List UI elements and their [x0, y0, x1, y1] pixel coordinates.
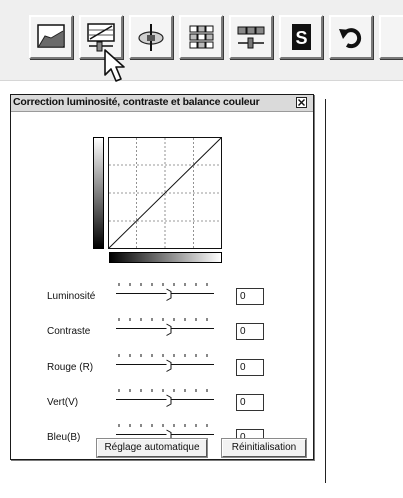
blue-label: Bleu(B) [47, 432, 81, 443]
color-balance-button[interactable] [229, 15, 273, 59]
brightness-slider[interactable] [115, 281, 215, 301]
input-gradient-bar [109, 252, 222, 263]
red-label: Rouge (R) [47, 362, 94, 373]
contrast-value-field[interactable]: 0 [236, 323, 264, 340]
variations-button[interactable] [179, 15, 223, 59]
contrast-label: Contraste [47, 326, 91, 337]
toolbar: S [0, 0, 403, 81]
red-slider[interactable] [115, 352, 215, 372]
dialog-title-bar[interactable]: Correction luminosité, contraste et bala… [11, 95, 313, 112]
green-label: Vert(V) [47, 397, 79, 408]
close-button[interactable] [296, 97, 307, 108]
more-tools-button[interactable] [379, 15, 403, 59]
brightness-contrast-dialog: Correction luminosité, contraste et bala… [10, 94, 314, 460]
output-gradient-bar [93, 137, 104, 249]
callout-line [325, 99, 326, 483]
green-slider[interactable] [115, 387, 215, 407]
tone-curve-graph [108, 137, 222, 249]
contrast-slider[interactable] [115, 316, 215, 336]
auto-adjust-button[interactable]: Réglage automatique [97, 439, 207, 457]
brightness-value-field[interactable]: 0 [236, 288, 264, 305]
selective-color-button[interactable]: S [279, 15, 323, 59]
green-value-field[interactable]: 0 [236, 394, 264, 411]
undo-button[interactable] [329, 15, 373, 59]
brightness-label: Luminosité [47, 291, 96, 302]
svg-text:S: S [295, 28, 307, 48]
hue-saturation-button[interactable] [129, 15, 173, 59]
mouse-pointer-icon [103, 48, 129, 89]
reset-button[interactable]: Réinitialisation [222, 439, 306, 457]
red-value-field[interactable]: 0 [236, 359, 264, 376]
dialog-title: Correction luminosité, contraste et bala… [13, 96, 260, 108]
tone-curve-button[interactable] [29, 15, 73, 59]
